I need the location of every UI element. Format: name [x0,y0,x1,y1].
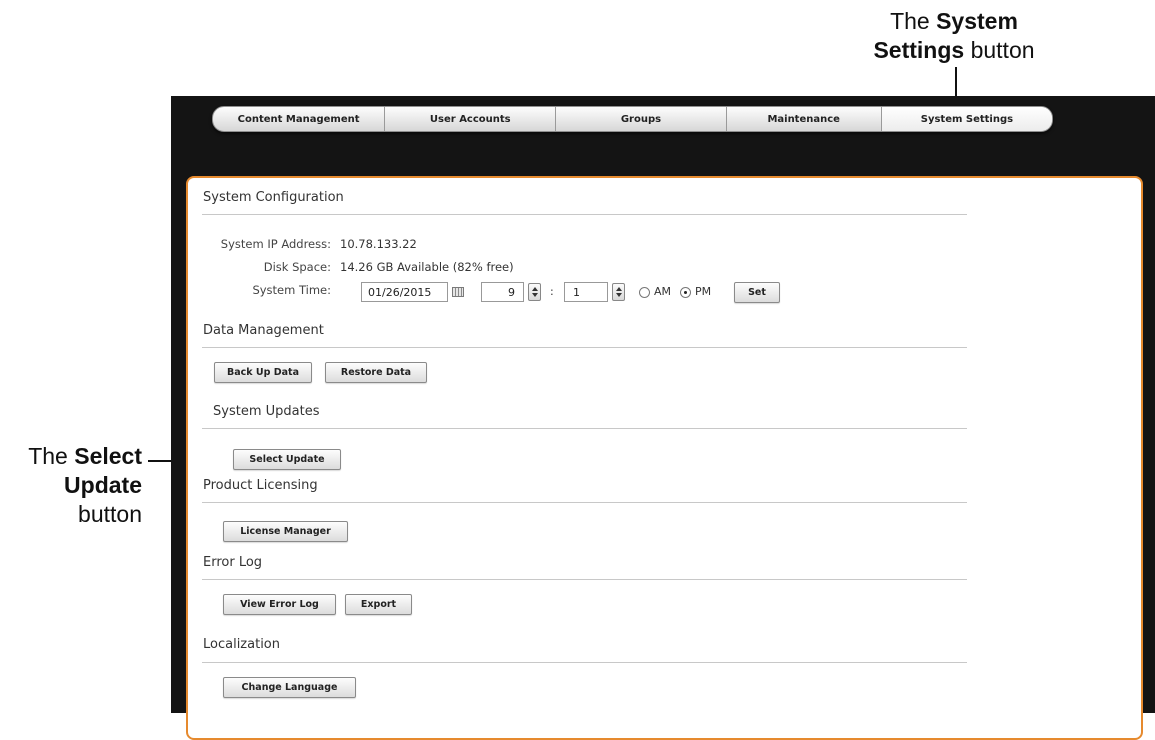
am-label: AM [654,285,672,298]
section-divider [202,662,967,663]
disk-space-label: Disk Space: [263,260,331,274]
ip-address-label: System IP Address: [220,237,331,251]
minute-field[interactable]: 1 [564,282,608,302]
select-update-callout: The Select Update button [28,443,142,527]
section-title-error-log: Error Log [203,555,263,570]
tab-groups[interactable]: Groups [556,107,727,131]
back-up-data-button[interactable]: Back Up Data [214,362,312,383]
view-error-log-button[interactable]: View Error Log [223,594,336,615]
hour-field[interactable]: 9 [481,282,524,302]
system-time-label: System Time: [252,283,331,297]
date-field[interactable]: 01/26/2015 [361,282,448,302]
calendar-icon[interactable] [452,287,464,297]
pm-label: PM [695,285,712,298]
pm-radio[interactable] [680,287,691,298]
am-radio[interactable] [639,287,650,298]
export-button[interactable]: Export [345,594,412,615]
tab-maintenance[interactable]: Maintenance [727,107,882,131]
system-settings-callout: The System Settings button [873,8,1035,63]
section-title-data-management: Data Management [203,323,324,338]
main-tab-bar: Content Management User Accounts Groups … [212,106,1053,132]
settings-panel: System Configuration System IP Address: … [186,176,1143,740]
section-title-localization: Localization [203,637,280,652]
app-window: Content Management User Accounts Groups … [171,96,1155,740]
section-divider [202,214,967,215]
minute-spinner-arrows-icon[interactable] [612,283,625,301]
restore-data-button[interactable]: Restore Data [325,362,427,383]
section-title-product-licensing: Product Licensing [203,478,318,493]
license-manager-button[interactable]: License Manager [223,521,348,542]
section-title-system-configuration: System Configuration [203,190,344,205]
change-language-button[interactable]: Change Language [223,677,356,698]
section-divider [202,428,967,429]
hour-spinner-arrows-icon[interactable] [528,283,541,301]
section-divider [202,502,967,503]
tab-system-settings[interactable]: System Settings [881,107,1052,131]
section-divider [202,347,967,348]
tab-content-management[interactable]: Content Management [213,107,386,131]
tab-user-accounts[interactable]: User Accounts [385,107,557,131]
disk-space-value: 14.26 GB Available (82% free) [340,260,514,274]
select-update-button[interactable]: Select Update [233,449,341,470]
time-separator: : [550,285,554,298]
set-time-button[interactable]: Set [734,282,780,303]
section-divider [202,579,967,580]
ip-address-value: 10.78.133.22 [340,237,417,251]
section-title-system-updates: System Updates [213,404,320,419]
